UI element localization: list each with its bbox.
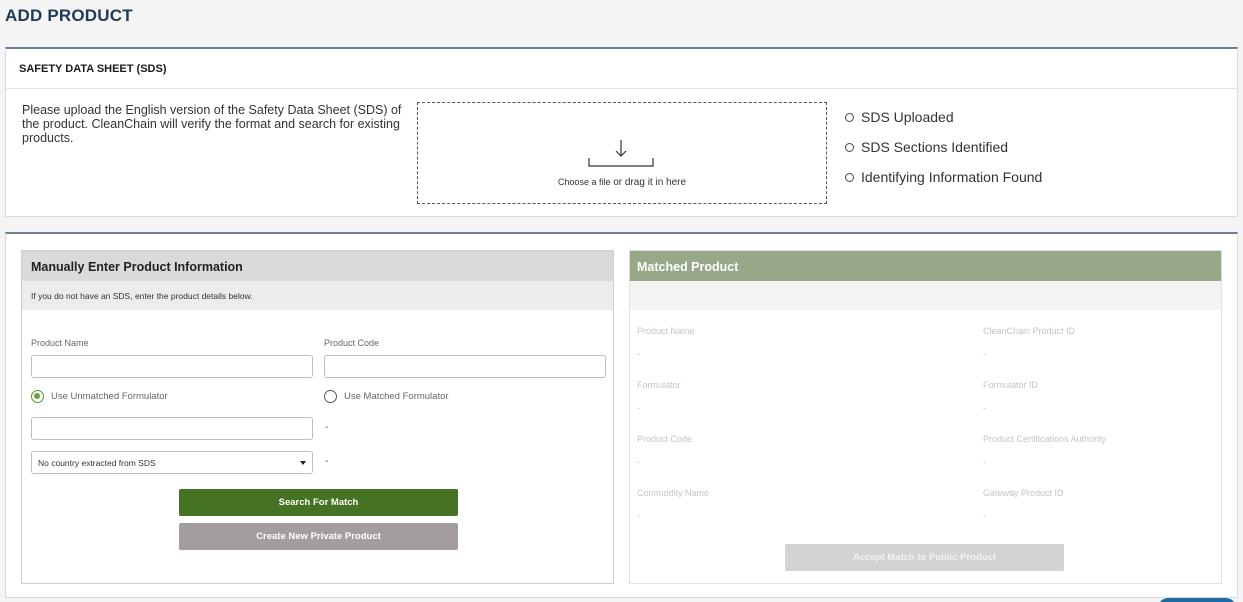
product-name-label: Product Name [31, 338, 89, 348]
caret-down-icon [300, 461, 306, 465]
matched-field-value: - [983, 457, 986, 467]
manual-entry-panel: Manually Enter Product Information If yo… [21, 250, 614, 584]
matched-product-heading: Matched Product [630, 251, 1221, 281]
status-circle-icon [845, 142, 854, 152]
matched-field-value: - [637, 457, 640, 467]
status-item-uploaded: SDS Uploaded [845, 102, 1042, 132]
drag-hint: or drag it in here [610, 177, 687, 188]
formulator-input[interactable] [31, 417, 313, 440]
create-private-product-button[interactable]: Create New Private Product [179, 523, 458, 550]
sds-card: SAFETY DATA SHEET (SDS) Please upload th… [5, 47, 1238, 217]
download-arrow-icon [588, 140, 654, 167]
matched-field-value: - [637, 403, 640, 413]
status-label: Identifying Information Found [861, 169, 1043, 185]
matched-product-subheader [630, 281, 1221, 310]
status-label: SDS Uploaded [861, 109, 954, 125]
matched-field-value: - [983, 403, 986, 413]
matched-field-value: - [637, 511, 640, 521]
status-circle-icon [845, 112, 854, 122]
product-code-input[interactable] [324, 355, 606, 378]
dropzone-text: Choose a file or drag it in here [418, 177, 826, 188]
matched-field-label: Formulator [637, 380, 681, 390]
matched-field-label: Gateway Product ID [983, 488, 1064, 498]
country-dash: - [325, 456, 329, 467]
search-for-match-button[interactable]: Search For Match [179, 489, 458, 516]
status-item-identifying: Identifying Information Found [845, 162, 1042, 192]
manual-entry-subtext: If you do not have an SDS, enter the pro… [22, 281, 613, 310]
formulator-dash: - [325, 422, 329, 433]
matched-product-panel: Matched Product Product Name - CleanChai… [629, 250, 1222, 584]
product-entry-card: Manually Enter Product Information If yo… [5, 232, 1238, 598]
status-circle-icon [845, 172, 854, 182]
manual-entry-heading: Manually Enter Product Information [22, 251, 613, 281]
status-item-sections: SDS Sections Identified [845, 132, 1042, 162]
page-title: ADD PRODUCT [5, 6, 133, 25]
product-code-label: Product Code [324, 338, 380, 348]
radio-selected-icon [31, 390, 44, 403]
matched-field-value: - [637, 349, 640, 359]
sds-dropzone[interactable]: Choose a file or drag it in here [417, 102, 827, 204]
sds-status-list: SDS Uploaded SDS Sections Identified Ide… [845, 102, 1042, 192]
matched-field-label: Product Certifications Authority [983, 434, 1107, 444]
choose-file-link[interactable]: Choose a file [558, 177, 611, 187]
sds-instructions: Please upload the English version of the… [22, 103, 402, 145]
country-select[interactable]: No country extracted from SDS [31, 451, 313, 474]
matched-field-label: Product Name [637, 326, 695, 336]
matched-field-label: Formulator ID [983, 380, 1039, 390]
status-label: SDS Sections Identified [861, 139, 1009, 155]
country-select-value: No country extracted from SDS [38, 458, 156, 468]
radio-label: Use Unmatched Formulator [51, 391, 168, 402]
radio-label: Use Matched Formulator [344, 391, 449, 402]
radio-unselected-icon [324, 390, 337, 403]
matched-field-label: Commodity Name [637, 488, 710, 498]
matched-field-value: - [983, 511, 986, 521]
sds-card-heading: SAFETY DATA SHEET (SDS) [6, 49, 1237, 89]
matched-field-value: - [983, 349, 986, 359]
accept-match-button[interactable]: Accept Match to Public Product [785, 544, 1064, 571]
use-matched-formulator-radio[interactable]: Use Matched Formulator [324, 390, 449, 403]
matched-field-label: CleanChain Product ID [983, 326, 1076, 336]
product-name-input[interactable] [31, 355, 313, 378]
help-tab-button[interactable] [1158, 598, 1236, 602]
use-unmatched-formulator-radio[interactable]: Use Unmatched Formulator [31, 390, 168, 403]
matched-field-label: Product Code [637, 434, 693, 444]
